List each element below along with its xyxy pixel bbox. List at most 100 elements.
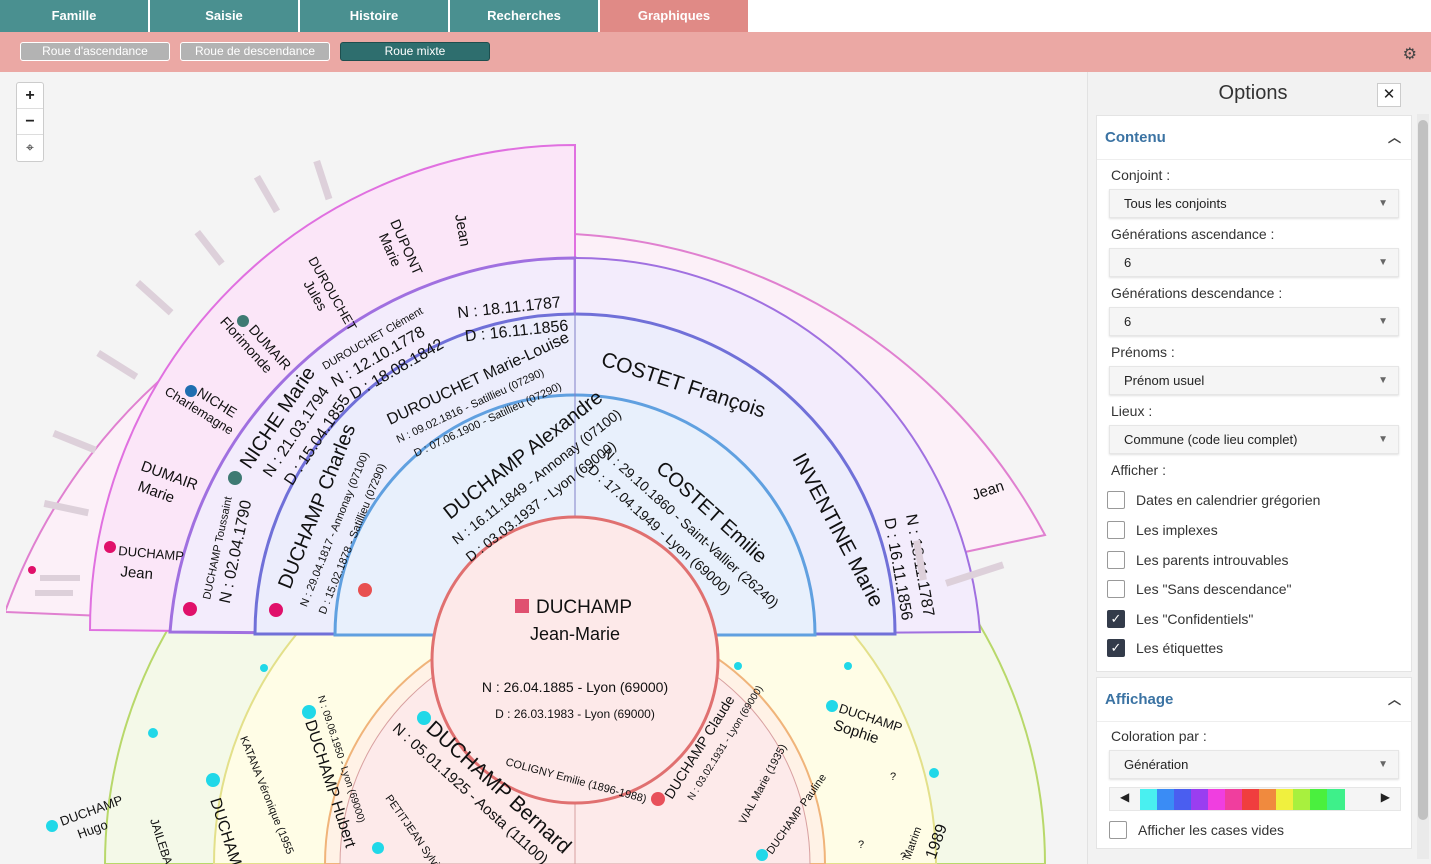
check-label: Les étiquettes: [1136, 640, 1224, 656]
person-marker: [28, 566, 36, 574]
gender-icon: [515, 599, 529, 613]
fan-chart-canvas[interactable]: DUCHAMP Jean-Marie N : 26.04.1885 - Lyon…: [6, 72, 1086, 864]
affichage-header[interactable]: Affichage ︿: [1097, 678, 1411, 722]
unknown-person: ?: [890, 771, 896, 783]
check-label: Afficher les cases vides: [1138, 822, 1285, 838]
coloration-select[interactable]: Génération ▼: [1109, 750, 1399, 779]
gender-icon: [358, 583, 372, 597]
person-marker: [46, 820, 58, 832]
person-marker: [260, 664, 268, 672]
person-marker: [183, 602, 197, 616]
palette-swatch[interactable]: [1327, 789, 1345, 810]
gen-desc-label: Générations descendance :: [1111, 285, 1283, 301]
prenoms-label: Prénoms :: [1111, 344, 1175, 360]
gen-desc-select[interactable]: 6 ▼: [1109, 307, 1399, 336]
person-marker: [228, 471, 242, 485]
person-marker: [206, 773, 220, 787]
chevron-up-icon[interactable]: ︿: [1388, 678, 1401, 722]
prenoms-select[interactable]: Prénom usuel ▼: [1109, 366, 1399, 395]
tab-histoire[interactable]: Histoire: [300, 0, 450, 32]
contenu-section: Contenu ︿ Conjoint : Tous les conjoints ▼…: [1096, 115, 1412, 672]
chevron-left-icon[interactable]: ◀: [1120, 790, 1129, 804]
palette-swatch[interactable]: [1242, 789, 1260, 810]
gear-icon[interactable]: ⚙: [1403, 44, 1417, 64]
roue-mixte-button[interactable]: Roue mixte: [340, 42, 490, 61]
chevron-down-icon: ▼: [1378, 198, 1388, 209]
tab-famille[interactable]: Famille: [0, 0, 150, 32]
check-label: Les implexes: [1136, 522, 1218, 538]
chevron-right-icon[interactable]: ▶: [1381, 790, 1390, 804]
prenoms-value: Prénom usuel: [1124, 373, 1205, 388]
person-marker: [372, 842, 384, 854]
tab-saisie[interactable]: Saisie: [150, 0, 300, 32]
close-icon[interactable]: ✕: [1377, 83, 1401, 107]
palette-swatch[interactable]: [1293, 789, 1311, 810]
checkbox[interactable]: [1109, 821, 1127, 839]
check-label: Les "Sans descendance": [1136, 581, 1292, 597]
chevron-up-icon[interactable]: ︿: [1388, 116, 1401, 160]
palette-swatch[interactable]: [1157, 789, 1175, 810]
contenu-header[interactable]: Contenu ︿: [1097, 116, 1411, 160]
gen-asc-select[interactable]: 6 ▼: [1109, 248, 1399, 277]
palette-swatch[interactable]: [1310, 789, 1328, 810]
roue-ascendance-button[interactable]: Roue d'ascendance: [20, 42, 170, 61]
chevron-down-icon: ▼: [1378, 257, 1388, 268]
checkbox-checked[interactable]: ✓: [1107, 639, 1125, 657]
scrollbar-thumb[interactable]: [1418, 120, 1428, 820]
person-marker: [844, 662, 852, 670]
roue-descendance-button[interactable]: Roue de descendance: [180, 42, 330, 61]
lieux-select[interactable]: Commune (code lieu complet) ▼: [1109, 425, 1399, 454]
affichage-section: Affichage ︿ Coloration par : Génération ▼…: [1096, 677, 1412, 849]
zoom-out-button[interactable]: −: [17, 109, 43, 135]
coloration-value: Génération: [1124, 757, 1189, 772]
tab-recherches[interactable]: Recherches: [450, 0, 600, 32]
afficher-label: Afficher :: [1111, 462, 1166, 478]
palette-swatch[interactable]: [1259, 789, 1277, 810]
chevron-down-icon: ▼: [1378, 434, 1388, 445]
person-marker: [756, 849, 768, 861]
panel-scrollbar[interactable]: [1417, 114, 1429, 859]
palette-swatch[interactable]: [1225, 789, 1243, 810]
chevron-down-icon: ▼: [1378, 375, 1388, 386]
main-tabs: Famille Saisie Histoire Recherches Graph…: [0, 0, 1431, 32]
person-marker: [148, 728, 158, 738]
checkbox[interactable]: [1107, 521, 1125, 539]
gender-icon: [651, 792, 665, 806]
checkbox[interactable]: [1107, 491, 1125, 509]
locate-icon[interactable]: ⌖: [17, 135, 43, 161]
gen-asc-label: Générations ascendance :: [1111, 226, 1275, 242]
check-label: Les parents introuvables: [1136, 552, 1289, 568]
chart-type-bar: Roue d'ascendance Roue de descendance Ro…: [0, 32, 1431, 72]
checkbox[interactable]: [1107, 580, 1125, 598]
palette-swatch[interactable]: [1191, 789, 1209, 810]
coloration-label: Coloration par :: [1111, 728, 1207, 744]
lieux-label: Lieux :: [1111, 403, 1153, 419]
palette-swatch[interactable]: [1140, 789, 1158, 810]
person-marker: [237, 315, 249, 327]
check-label: Les "Confidentiels": [1136, 611, 1254, 627]
checkbox[interactable]: [1107, 551, 1125, 569]
person-marker: [417, 711, 431, 725]
fan-chart: DUCHAMP Jean-Marie N : 26.04.1885 - Lyon…: [6, 143, 1047, 864]
palette-swatches[interactable]: [1140, 789, 1345, 810]
center-name: DUCHAMP: [536, 597, 632, 618]
tab-graphiques[interactable]: Graphiques: [600, 0, 750, 32]
person-marker: [269, 603, 283, 617]
gen-desc-value: 6: [1124, 314, 1132, 329]
zoom-control: + − ⌖: [16, 82, 44, 162]
conjoint-label: Conjoint :: [1111, 167, 1171, 183]
person-marker: [302, 705, 316, 719]
color-palette: ◀ ▶: [1109, 787, 1401, 811]
person-marker: [104, 541, 116, 553]
unknown-person: ?: [858, 839, 864, 851]
palette-swatch[interactable]: [1174, 789, 1192, 810]
conjoint-select[interactable]: Tous les conjoints ▼: [1109, 189, 1399, 218]
palette-swatch[interactable]: [1276, 789, 1294, 810]
checkbox-checked[interactable]: ✓: [1107, 610, 1125, 628]
person-marker: [185, 385, 197, 397]
zoom-in-button[interactable]: +: [17, 83, 43, 109]
lieux-value: Commune (code lieu complet): [1124, 432, 1298, 447]
person-marker: [826, 700, 838, 712]
chevron-down-icon: ▼: [1378, 316, 1388, 327]
palette-swatch[interactable]: [1208, 789, 1226, 810]
